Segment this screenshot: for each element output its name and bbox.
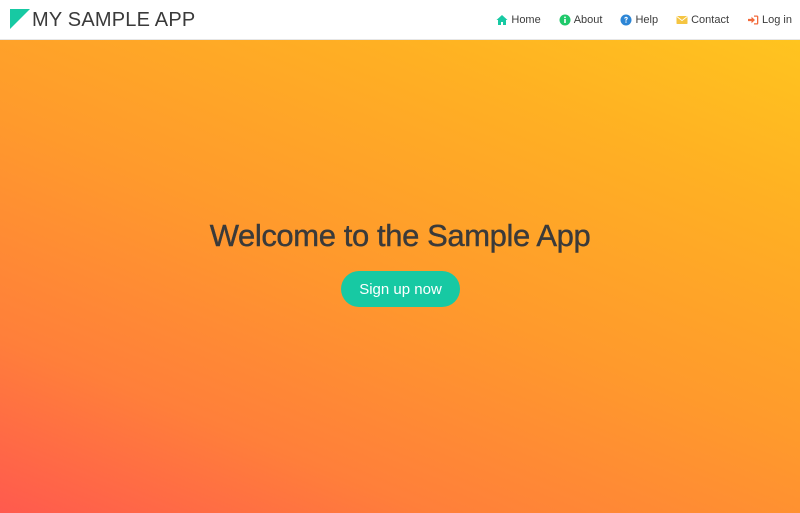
nav-item-home[interactable]: Home [496,14,541,26]
triangle-logo-icon [10,9,30,29]
info-circle-icon [559,14,571,26]
nav-item-about[interactable]: About [559,14,603,26]
brand-name: MY SAMPLE APP [32,8,196,31]
home-icon [496,15,508,25]
nav-item-help[interactable]: Help [620,14,658,26]
nav-item-contact[interactable]: Contact [676,14,729,26]
sign-in-icon [748,15,759,25]
nav-item-login[interactable]: Log in [747,14,792,26]
navbar: MY SAMPLE APP Home About Help Contact Lo… [0,0,800,40]
envelope-icon [676,16,688,24]
page: MY SAMPLE APP Home About Help Contact Lo… [0,0,800,513]
nav-label-home: Home [511,14,541,26]
nav-label-about: About [573,14,603,26]
main-nav: Home About Help Contact Log in [478,0,792,40]
hero-title: Welcome to the Sample App [209,218,591,253]
nav-label-help: Help [635,14,659,26]
nav-label-login: Log in [762,14,792,26]
nav-label-contact: Contact [691,14,730,26]
sign-up-button[interactable]: Sign up now [341,271,460,307]
hero-section: Welcome to the Sample App Sign up now [0,40,800,513]
question-circle-icon [620,14,632,26]
brand-link[interactable]: MY SAMPLE APP [10,7,195,33]
